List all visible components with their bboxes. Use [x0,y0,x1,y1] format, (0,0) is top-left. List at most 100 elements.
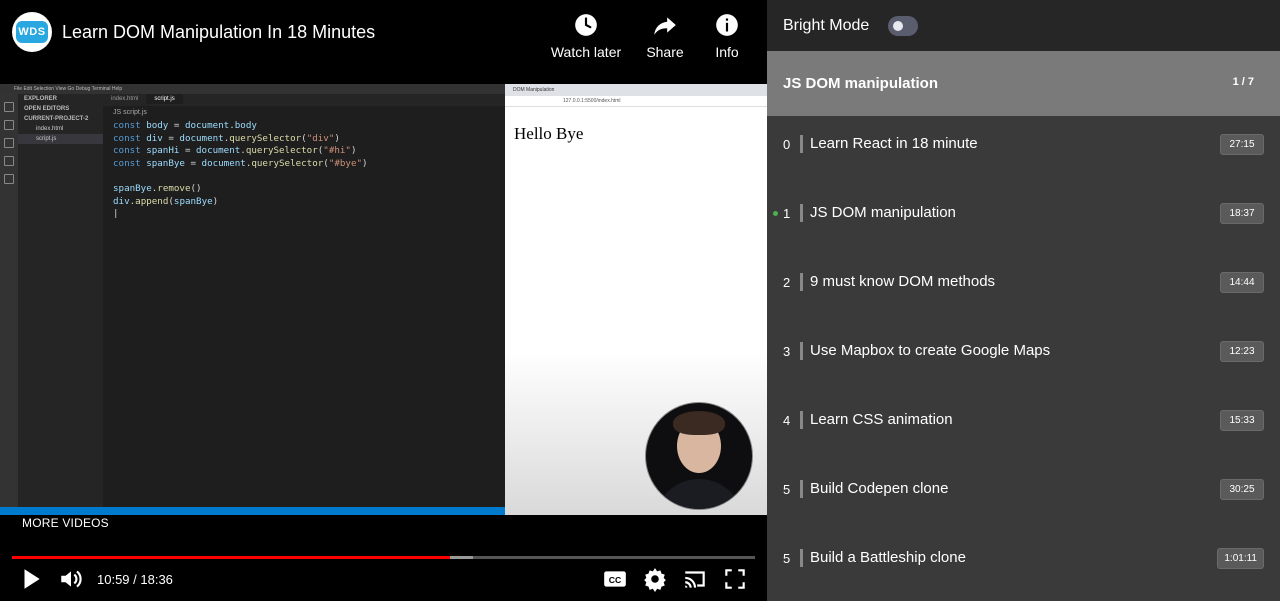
explorer-file: script.js [18,134,103,144]
playlist-item-divider [800,273,803,291]
player-top-bar: WDS Learn DOM Manipulation In 18 Minutes… [0,0,767,84]
code-token: const [113,132,147,144]
presenter-hair [673,411,725,435]
playlist-item-title: Learn CSS animation [810,411,953,428]
code-token: document [179,132,224,144]
playlist-item-duration: 18:37 [1220,203,1264,224]
info-label: Info [715,44,739,60]
captions-button[interactable]: CC [602,566,628,597]
bright-mode-label: Bright Mode [783,17,870,34]
clock-icon [575,14,597,36]
video-player[interactable]: WDS Learn DOM Manipulation In 18 Minutes… [0,0,767,601]
info-icon [716,14,738,36]
editor-status-bar [0,507,505,515]
playlist-item[interactable]: 0 Learn React in 18 minute 27:15 [767,111,1280,180]
playlist-item[interactable]: 5 Build a Battleship clone 1:01:11 [767,525,1280,594]
explorer-file: index.html [36,126,64,132]
playlist-item[interactable]: 5 Build Codepen clone 30:25 [767,456,1280,525]
playlist-item[interactable]: 4 Learn CSS animation 15:33 [767,387,1280,456]
volume-icon [61,570,82,588]
more-videos-label[interactable]: MORE VIDEOS [22,516,109,530]
explorer-heading: EXPLORER [24,96,58,102]
playlist-item-duration: 30:25 [1220,479,1264,500]
playlist-item-title: Learn React in 18 minute [810,135,978,152]
play-icon [24,569,40,589]
playlist-current-title: JS DOM manipulation [783,75,939,92]
code-token: ) [350,145,357,157]
code-token: spanHi [146,145,180,157]
watch-later-button[interactable]: Watch later [548,12,624,60]
editor-title-bar: File Edit Selection View Go Debug Termin… [0,84,505,94]
code-token: const [113,120,147,131]
info-button[interactable]: Info [705,12,749,60]
video-title[interactable]: Learn DOM Manipulation In 18 Minutes [62,22,375,43]
playlist-item[interactable]: 1 JS DOM manipulation 18:37 [767,180,1280,249]
share-icon [654,17,676,35]
playlist-item-duration: 1:01:11 [1217,548,1264,569]
playlist-item[interactable]: 2 9 must know DOM methods 14:44 [767,249,1280,318]
code-token: querySelector [229,132,302,144]
playlist-current[interactable]: JS DOM manipulation 1 / 7 [767,51,1280,116]
playlist-header: Bright Mode [767,0,1280,51]
playlist-item-index: 5 [783,482,791,497]
fullscreen-button[interactable] [722,566,748,597]
time-display: 10:59 / 18:36 [97,572,173,587]
presenter-shirt [654,479,744,509]
code-token: spanBye [113,182,152,194]
playlist-item-title: Build a Battleship clone [810,549,966,566]
editor-tab: index.html [111,96,139,102]
extensions-icon [4,174,14,184]
code-token: const [113,157,147,169]
code-token: append [135,195,169,207]
video-frame[interactable]: File Edit Selection View Go Debug Termin… [0,84,767,515]
play-button[interactable] [18,566,44,597]
code-token: body [146,120,169,131]
open-editors-heading: OPEN EDITORS [24,106,70,112]
channel-logo-text: WDS [16,21,48,43]
share-label: Share [646,44,684,60]
code-line: | [113,208,368,221]
debug-icon [4,156,14,166]
playlist-item-duration: 14:44 [1220,272,1264,293]
channel-logo[interactable]: WDS [12,12,52,52]
playlist-item-duration: 12:23 [1220,341,1264,362]
volume-button[interactable] [58,566,84,597]
captions-icon: CC [604,571,626,587]
source-control-icon [4,138,14,148]
code-token: "#bye" [328,157,363,169]
progress-bar[interactable] [12,556,755,559]
watch-later-label: Watch later [550,44,622,60]
code-token: "div" [306,132,335,144]
playlist-item-index: 4 [783,413,791,428]
editor-tabs: index.html script.js [103,94,505,106]
share-button[interactable]: Share [638,12,692,60]
browser-tab: DOM Manipulation [505,84,767,96]
code-token: document [201,157,246,169]
playlist-item-index: 1 [783,206,791,221]
bright-mode-toggle[interactable] [888,16,918,36]
playlist-item-divider [800,135,803,153]
code-token: body [234,120,257,131]
editor-explorer: EXPLORER OPEN EDITORS CURRENT-PROJECT-2 … [18,94,103,507]
code-token: spanBye [173,195,213,207]
code-token: remove [157,182,191,194]
files-icon [4,102,14,112]
cast-button[interactable] [682,566,708,597]
playlist-item-divider [800,204,803,222]
playlist-item[interactable]: 3 Use Mapbox to create Google Maps 12:23 [767,318,1280,387]
playlist-item-title: Build Codepen clone [810,480,949,497]
playlist-item-divider [800,342,803,360]
code-token: const [113,145,147,157]
presenter-webcam [645,402,753,510]
code-token: = [168,120,185,131]
settings-icon [644,568,666,592]
toggle-knob [893,21,903,31]
code-token: document [196,145,241,157]
code-token: spanBye [146,157,185,169]
browser-screen: DOM Manipulation 127.0.0.1:5500/index.ht… [505,84,767,515]
code-line: const body = document.body [113,120,368,133]
code-token: () [190,182,202,194]
code-token: | [113,208,119,220]
settings-button[interactable] [642,566,668,597]
playlist-item-index: 5 [783,551,791,566]
